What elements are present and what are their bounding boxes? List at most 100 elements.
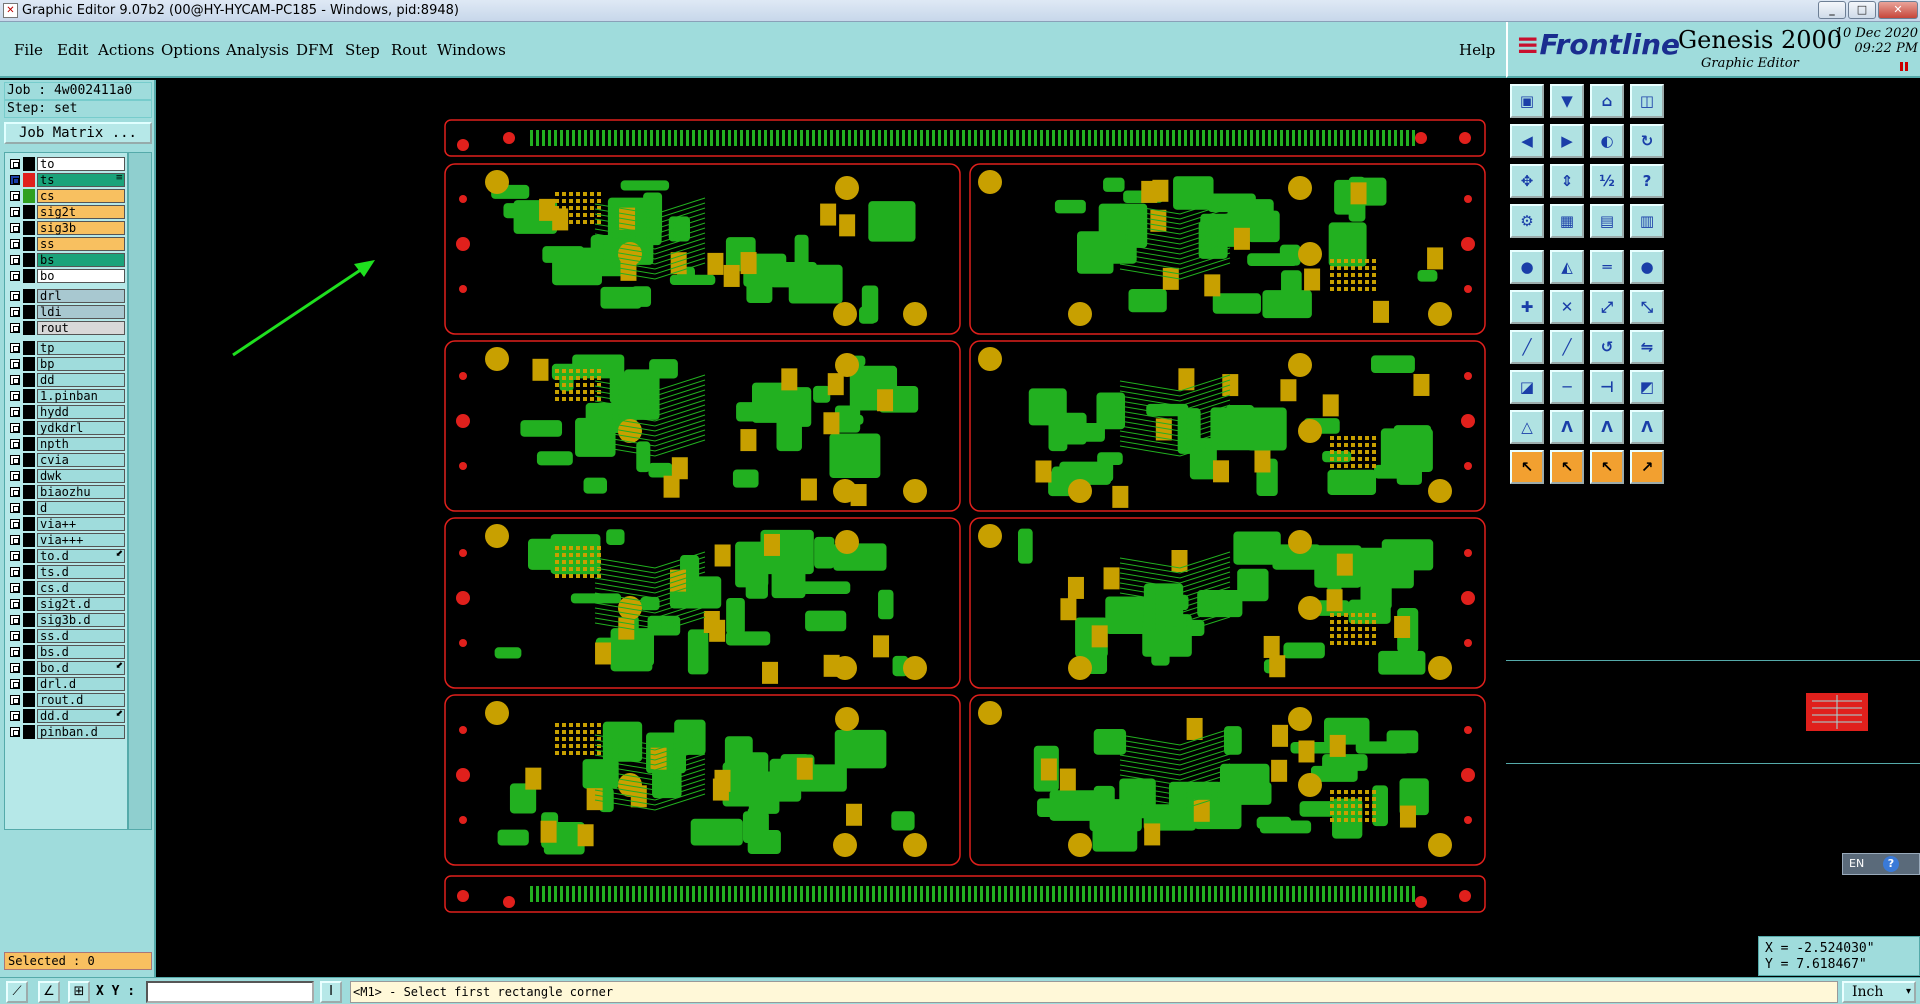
layer-name[interactable]: ydkdrl: [37, 421, 125, 435]
layer-row-pinban-d[interactable]: pinban.d: [7, 725, 127, 739]
layer-row-bo[interactable]: bo: [7, 269, 127, 283]
layer-checkbox[interactable]: [10, 535, 20, 545]
rotate-icon[interactable]: ↺: [1590, 330, 1624, 364]
help-icon[interactable]: ?: [1883, 856, 1899, 872]
layer-checkbox[interactable]: [10, 323, 20, 333]
grid-mode-icon[interactable]: ⊞: [68, 981, 90, 1003]
minimize-button[interactable]: _: [1818, 1, 1846, 19]
graphic-canvas[interactable]: [158, 80, 1504, 977]
layer-checkbox[interactable]: [10, 271, 20, 281]
add-line-icon[interactable]: ╱: [1510, 330, 1544, 364]
layer-row-dwk[interactable]: dwk: [7, 469, 127, 483]
layer-checkbox[interactable]: [10, 423, 20, 433]
layer-row-ts-d[interactable]: ts.d: [7, 565, 127, 579]
layer-checkbox[interactable]: [10, 223, 20, 233]
menu-edit[interactable]: Edit: [57, 41, 88, 59]
zoom-previous-icon[interactable]: ▼: [1550, 84, 1584, 118]
mirror-icon[interactable]: ⇋: [1630, 330, 1664, 364]
layer-row-rout-d[interactable]: rout.d: [7, 693, 127, 707]
layer-row-cs-d[interactable]: cs.d: [7, 581, 127, 595]
layer-row-tp[interactable]: tp: [7, 341, 127, 355]
layer-checkbox[interactable]: [10, 439, 20, 449]
help-query-icon[interactable]: ?: [1630, 164, 1664, 198]
layer-name[interactable]: d: [37, 501, 125, 515]
layer-checkbox[interactable]: [10, 375, 20, 385]
pcb-panel-view[interactable]: [158, 80, 1504, 977]
layer-config-icon[interactable]: ▤: [1590, 204, 1624, 238]
layer-name[interactable]: sig2t: [37, 205, 125, 219]
layer-row-sig2t-d[interactable]: sig2t.d: [7, 597, 127, 611]
layer-name[interactable]: via+++: [37, 533, 125, 547]
add-pad-icon[interactable]: ●: [1510, 250, 1544, 284]
layer-checkbox[interactable]: [10, 519, 20, 529]
layer-name[interactable]: dwk: [37, 469, 125, 483]
grid-icon[interactable]: ▦: [1550, 204, 1584, 238]
fit-all-icon[interactable]: ✥: [1510, 164, 1544, 198]
add-slash-icon[interactable]: ╱: [1550, 330, 1584, 364]
layer-row-ydkdrl[interactable]: ydkdrl: [7, 421, 127, 435]
home-icon[interactable]: ⌂: [1590, 84, 1624, 118]
line-minus-icon[interactable]: ─: [1550, 370, 1584, 404]
redraw-icon[interactable]: ↻: [1630, 124, 1664, 158]
layer-checkbox[interactable]: [10, 159, 20, 169]
units-selector[interactable]: Inch ▾: [1842, 981, 1916, 1003]
layer-checkbox[interactable]: [10, 647, 20, 657]
delete-icon[interactable]: ✕: [1550, 290, 1584, 324]
layer-name[interactable]: sig3b.d: [37, 613, 125, 627]
angle-mode-icon[interactable]: ∠: [38, 981, 60, 1003]
layer-list-scrollbar[interactable]: [128, 152, 152, 830]
menu-actions[interactable]: Actions: [98, 41, 154, 59]
layer-name[interactable]: to: [37, 157, 125, 171]
xy-input[interactable]: [146, 981, 314, 1003]
layer-name[interactable]: sig2t.d: [37, 597, 125, 611]
pointer-select-icon[interactable]: ↖: [1550, 450, 1584, 484]
layer-name[interactable]: tp: [37, 341, 125, 355]
layer-row-via---[interactable]: via+++: [7, 533, 127, 547]
layer-checkbox[interactable]: [10, 631, 20, 641]
layer-row-bs-d[interactable]: bs.d: [7, 645, 127, 659]
layer-name[interactable]: bp: [37, 357, 125, 371]
triangle-a-line-icon[interactable]: Λ: [1630, 410, 1664, 444]
layer-row-to[interactable]: to: [7, 157, 127, 171]
layer-checkbox[interactable]: [10, 711, 20, 721]
pan-center-icon[interactable]: ◐: [1590, 124, 1624, 158]
layer-row-cvia[interactable]: cvia: [7, 453, 127, 467]
layer-checkbox[interactable]: [10, 727, 20, 737]
layer-checkbox[interactable]: [10, 503, 20, 513]
layer-row-dd-d[interactable]: dd.d ⬋: [7, 709, 127, 723]
layer-row-drl[interactable]: drl: [7, 289, 127, 303]
layer-checkbox[interactable]: [10, 599, 20, 609]
layer-row-biaozhu[interactable]: biaozhu: [7, 485, 127, 499]
layer-name[interactable]: rout: [37, 321, 125, 335]
triangle-red-icon[interactable]: △: [1510, 410, 1544, 444]
layer-checkbox[interactable]: [10, 207, 20, 217]
layer-checkbox[interactable]: [10, 583, 20, 593]
layer-name[interactable]: hydd: [37, 405, 125, 419]
layer-name[interactable]: rout.d: [37, 693, 125, 707]
pan-left-icon[interactable]: ◀: [1510, 124, 1544, 158]
layer-name[interactable]: to.d: [37, 549, 125, 563]
layer-row-bp[interactable]: bp: [7, 357, 127, 371]
layer-row-sig2t[interactable]: sig2t: [7, 205, 127, 219]
layer-checkbox[interactable]: [10, 455, 20, 465]
layer-checkbox[interactable]: [10, 663, 20, 673]
layer-checkbox[interactable]: [10, 551, 20, 561]
layer-name[interactable]: pinban.d: [37, 725, 125, 739]
layer-name[interactable]: drl.d: [37, 677, 125, 691]
pointer-move-icon[interactable]: ↗: [1630, 450, 1664, 484]
layer-checkbox[interactable]: [10, 487, 20, 497]
layer-name[interactable]: cvia: [37, 453, 125, 467]
move-icon[interactable]: ✚: [1510, 290, 1544, 324]
layer-row-d[interactable]: d: [7, 501, 127, 515]
attributes-icon[interactable]: ◩: [1630, 370, 1664, 404]
menu-file[interactable]: File: [14, 41, 43, 59]
layer-row-ss-d[interactable]: ss.d: [7, 629, 127, 643]
layer-row-via--[interactable]: via++: [7, 517, 127, 531]
split-window-icon[interactable]: ◫: [1630, 84, 1664, 118]
job-matrix-button[interactable]: Job Matrix ...: [4, 122, 152, 144]
snap-icon[interactable]: ⚙: [1510, 204, 1544, 238]
transform-icon[interactable]: ◪: [1510, 370, 1544, 404]
layer-name[interactable]: bs: [37, 253, 125, 267]
split-line-icon[interactable]: ⊣: [1590, 370, 1624, 404]
menu-windows[interactable]: Windows: [437, 41, 506, 59]
